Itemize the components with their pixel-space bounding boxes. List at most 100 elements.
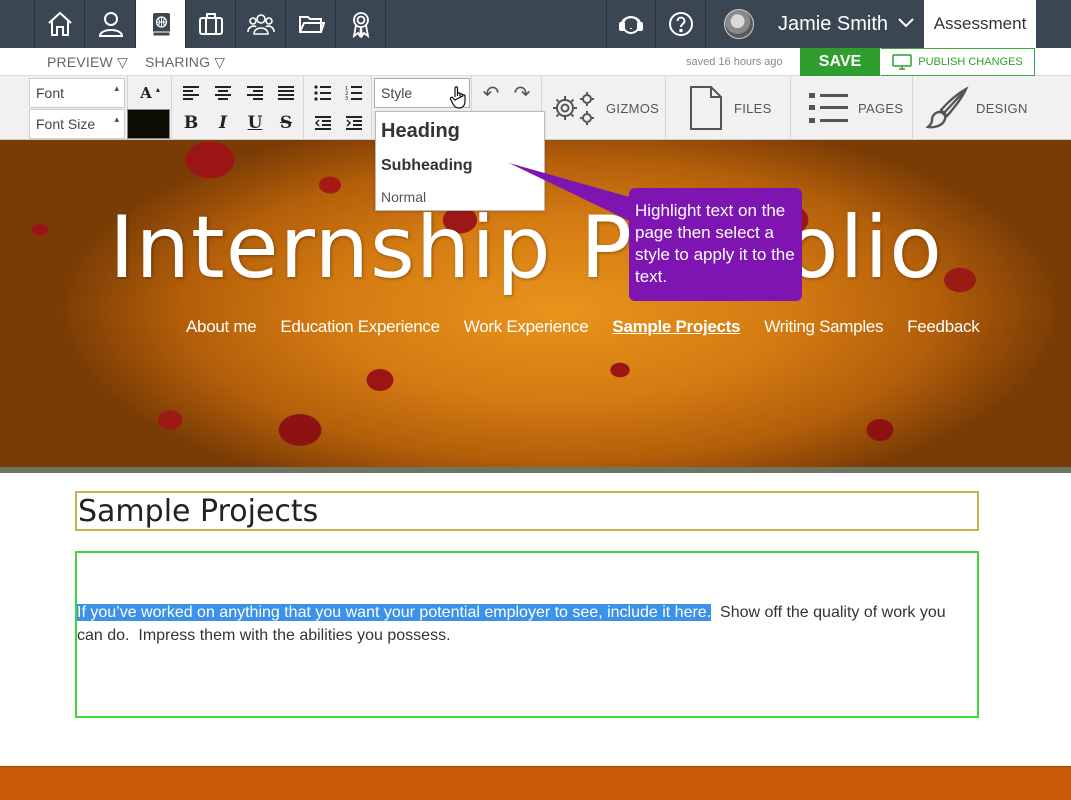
gizmos-button[interactable]: GIZMOS [548, 76, 659, 140]
caret-icon: ▴ [114, 83, 119, 93]
publish-changes-button[interactable]: PUBLISH CHANGES [881, 48, 1035, 76]
sharing-menu[interactable]: SHARING ▽ [145, 54, 225, 71]
numbered-list-button[interactable]: 123 [341, 80, 367, 106]
tooltip-callout: Highlight text on the page then select a… [629, 188, 802, 301]
redo-button[interactable]: ↷ [509, 80, 535, 106]
user-menu[interactable]: Jamie Smith [706, 0, 924, 48]
design-button[interactable]: DESIGN [926, 76, 1028, 140]
groups-icon [246, 14, 275, 35]
user-name: Jamie Smith [778, 12, 889, 35]
site-nav-work[interactable]: Work Experience [464, 317, 589, 337]
bold-button[interactable]: B [178, 110, 204, 136]
preview-label: PREVIEW [47, 54, 113, 70]
style-option-normal[interactable]: Normal [381, 189, 426, 205]
site-nav-education[interactable]: Education Experience [280, 317, 440, 337]
outdent-button[interactable] [310, 110, 336, 136]
briefcase-icon [198, 13, 223, 35]
selected-text: If you’ve worked on anything that you wa… [77, 604, 712, 621]
sharing-label: SHARING [145, 54, 211, 70]
redo-icon: ↷ [513, 81, 531, 105]
file-icon [690, 86, 722, 130]
align-center-icon [215, 86, 231, 100]
undo-button[interactable]: ↶ [478, 80, 504, 106]
files-button[interactable]: FILES [688, 76, 772, 140]
help-button[interactable] [656, 0, 706, 48]
folder-icon [298, 16, 325, 33]
pages-button[interactable]: PAGES [808, 76, 903, 140]
justify-icon [278, 86, 294, 100]
avatar [724, 9, 754, 39]
style-dropdown: Heading Subheading Normal [375, 111, 545, 211]
chevron-down-icon: ▽ [214, 54, 226, 70]
body-text-field[interactable]: If you’ve worked on anything that you wa… [75, 551, 979, 718]
align-right-icon [247, 86, 263, 100]
portfolio-editor: Jamie Smith Assessment PREVIEW ▽ SHARING… [0, 0, 1071, 800]
badges-button[interactable] [336, 0, 386, 48]
indent-icon [346, 116, 362, 130]
numbered-list-icon: 123 [345, 86, 362, 101]
saved-status: saved 16 hours ago [686, 56, 783, 68]
list-pages-icon [809, 93, 848, 123]
align-left-icon [183, 86, 199, 100]
outdent-icon [314, 116, 331, 130]
site-title: Internship Portfolio [109, 198, 943, 298]
bulleted-list-button[interactable] [310, 80, 336, 106]
site-nav-writing[interactable]: Writing Samples [764, 317, 883, 337]
monitor-icon [892, 54, 912, 70]
groups-button[interactable] [236, 0, 286, 48]
help-icon [668, 12, 693, 36]
assessment-tab[interactable]: Assessment [924, 0, 1036, 48]
home-icon [47, 11, 72, 36]
hero-divider [0, 467, 1071, 473]
pages-label: PAGES [858, 100, 904, 116]
jobs-button[interactable] [186, 0, 236, 48]
italic-button[interactable]: I [210, 110, 236, 136]
top-navigation: Jamie Smith Assessment [0, 0, 1071, 48]
site-nav-feedback[interactable]: Feedback [907, 317, 980, 337]
text-color-button[interactable]: A ▴ [130, 80, 170, 106]
profile-icon [98, 12, 123, 37]
chevron-down-icon [898, 16, 914, 32]
underline-button[interactable]: U [242, 110, 268, 136]
footer-band [0, 766, 1071, 800]
files-nav-button[interactable] [286, 0, 336, 48]
portfolio-globe-book-icon [152, 13, 170, 37]
support-headset-icon [619, 16, 643, 34]
hand-cursor-icon [448, 85, 470, 112]
editor-subbar: PREVIEW ▽ SHARING ▽ saved 16 hours ago S… [0, 48, 1071, 76]
svg-text:3: 3 [345, 96, 348, 101]
text-color-swatch[interactable] [127, 109, 170, 139]
save-button[interactable]: SAVE [800, 48, 880, 76]
font-select[interactable]: Font ▴ [29, 78, 125, 108]
publish-label: PUBLISH CHANGES [918, 56, 1023, 68]
indent-button[interactable] [341, 110, 367, 136]
bulleted-list-icon [314, 85, 331, 101]
design-label: DESIGN [976, 100, 1028, 116]
site-nav-about[interactable]: About me [186, 317, 257, 337]
text-color-icon: A [140, 84, 152, 102]
site-nav-sample-projects[interactable]: Sample Projects [612, 317, 740, 337]
undo-icon: ↶ [482, 81, 500, 105]
style-option-subheading[interactable]: Subheading [381, 157, 473, 175]
style-select[interactable]: Style [374, 78, 470, 109]
font-size-select-label: Font Size [36, 116, 96, 132]
align-right-button[interactable] [242, 80, 268, 106]
gizmos-label: GIZMOS [606, 100, 660, 116]
align-center-button[interactable] [210, 80, 236, 106]
preview-menu[interactable]: PREVIEW ▽ [47, 54, 128, 71]
home-button[interactable] [35, 0, 85, 48]
site-nav: About me Education Experience Work Exper… [186, 317, 1003, 337]
section-title-field[interactable]: Sample Projects [75, 491, 979, 531]
chevron-down-icon: ▽ [117, 54, 129, 70]
award-icon [352, 12, 369, 38]
caret-icon: ▴ [114, 114, 119, 124]
gears-icon [553, 92, 594, 125]
strikethrough-button[interactable]: S [273, 110, 299, 136]
font-size-select[interactable]: Font Size ▴ [29, 109, 125, 139]
portfolio-button[interactable] [136, 0, 186, 48]
profile-button[interactable] [86, 0, 136, 48]
style-option-heading[interactable]: Heading [381, 120, 460, 143]
align-left-button[interactable] [178, 80, 204, 106]
support-button[interactable] [606, 0, 656, 48]
justify-button[interactable] [273, 80, 299, 106]
